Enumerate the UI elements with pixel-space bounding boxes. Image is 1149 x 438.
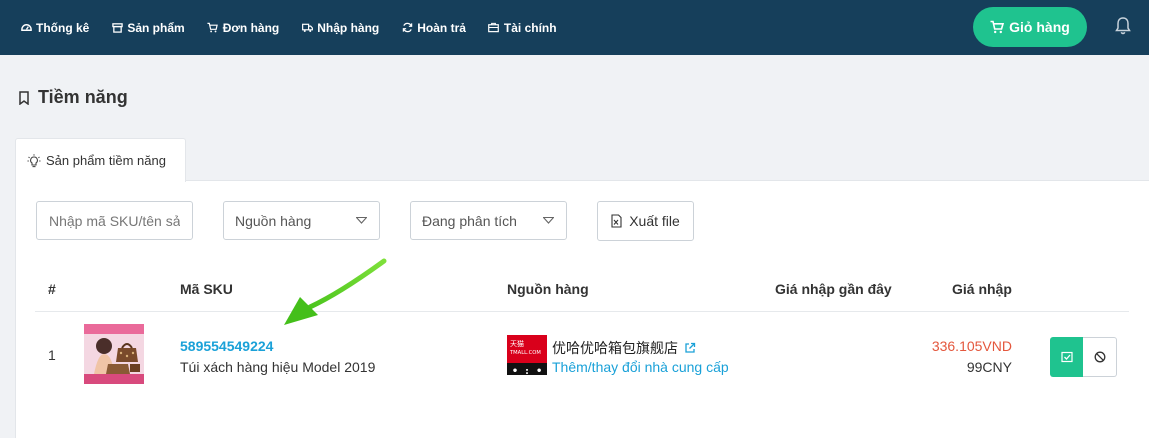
lightbulb-icon bbox=[27, 153, 41, 167]
box-icon bbox=[111, 22, 123, 34]
nav-label: Sản phẩm bbox=[127, 20, 185, 35]
source-select[interactable]: Nguồn hàng bbox=[223, 201, 380, 240]
nav-item-returns[interactable]: Hoàn trả bbox=[401, 21, 466, 35]
approve-button[interactable] bbox=[1050, 337, 1083, 377]
column-header-price: Giá nhập bbox=[952, 281, 1012, 297]
page-title: Tiềm năng bbox=[18, 87, 128, 108]
notification-bell-icon[interactable] bbox=[1114, 16, 1132, 36]
tab-label: Sản phẩm tiềm năng bbox=[46, 153, 166, 168]
bookmark-icon bbox=[19, 90, 29, 105]
status-select[interactable]: Đang phân tích bbox=[410, 201, 567, 240]
product-name: Túi xách hàng hiệu Model 2019 bbox=[180, 359, 376, 375]
page-title-text: Tiềm năng bbox=[38, 87, 128, 107]
cart-button-label: Giỏ hàng bbox=[1009, 19, 1070, 35]
cart-icon bbox=[990, 20, 1005, 34]
check-square-icon bbox=[1060, 351, 1073, 363]
tmall-store-logo: 天猫 TMALL.COM • : • bbox=[507, 335, 547, 375]
nav-label: Thống kê bbox=[36, 20, 90, 35]
column-header-source: Nguồn hàng bbox=[507, 281, 589, 297]
change-supplier-link[interactable]: Thêm/thay đổi nhà cung cấp bbox=[552, 359, 729, 375]
export-file-label: Xuất file bbox=[629, 213, 680, 229]
cart-button[interactable]: Giỏ hàng bbox=[973, 7, 1087, 47]
column-header-index: # bbox=[48, 281, 56, 297]
nav-label: Đơn hàng bbox=[222, 20, 280, 35]
dashboard-icon bbox=[20, 22, 32, 34]
status-select-value: Đang phân tích bbox=[422, 212, 517, 229]
product-thumbnail[interactable] bbox=[84, 324, 144, 384]
chevron-down-icon bbox=[543, 217, 554, 224]
svg-text:• : •: • : • bbox=[512, 366, 542, 375]
sku-link[interactable]: 589554549224 bbox=[180, 338, 273, 354]
nav-item-products[interactable]: Sản phẩm bbox=[111, 20, 185, 35]
nav-label: Tài chính bbox=[503, 20, 557, 35]
tab-potential-products[interactable]: Sản phẩm tiềm năng bbox=[15, 138, 186, 182]
top-navbar: Thống kê Sản phẩm Đơn hàng Nhập hàng Hoà… bbox=[0, 0, 1149, 55]
store-name: 优哈优哈箱包旗舰店 bbox=[552, 338, 696, 358]
truck-icon bbox=[301, 22, 313, 34]
nav-item-orders[interactable]: Đơn hàng bbox=[207, 20, 280, 35]
nav-label: Nhập hàng bbox=[317, 20, 380, 35]
chevron-down-icon bbox=[356, 217, 367, 224]
annotation-arrow bbox=[284, 258, 387, 325]
column-header-recent-price: Giá nhập gần đây bbox=[775, 281, 892, 297]
svg-text:TMALL.COM: TMALL.COM bbox=[509, 350, 541, 356]
column-header-sku: Mã SKU bbox=[180, 281, 233, 297]
export-file-button[interactable]: Xuất file bbox=[597, 201, 694, 241]
nav-item-imports[interactable]: Nhập hàng bbox=[301, 21, 379, 35]
main-nav: Thống kê Sản phẩm Đơn hàng Nhập hàng Hoà… bbox=[0, 0, 579, 55]
nav-label: Hoàn trả bbox=[417, 20, 466, 35]
row-index: 1 bbox=[48, 347, 56, 363]
sku-search-input[interactable] bbox=[36, 201, 193, 240]
excel-file-icon bbox=[611, 214, 622, 228]
refresh-icon bbox=[401, 22, 413, 34]
cart-icon bbox=[207, 22, 219, 34]
reject-button[interactable] bbox=[1083, 337, 1117, 377]
svg-text:天猫: 天猫 bbox=[510, 339, 524, 348]
wallet-icon bbox=[488, 22, 500, 34]
ban-icon bbox=[1094, 351, 1105, 363]
price-vnd: 336.105VND bbox=[931, 338, 1012, 354]
price-cny: 99CNY bbox=[966, 359, 1012, 375]
external-link-icon[interactable] bbox=[684, 342, 696, 354]
nav-item-finance[interactable]: Tài chính bbox=[488, 21, 557, 35]
table-header-divider bbox=[35, 311, 1129, 312]
store-name-text: 优哈优哈箱包旗舰店 bbox=[552, 340, 678, 356]
source-select-value: Nguồn hàng bbox=[235, 212, 312, 229]
nav-item-statistics[interactable]: Thống kê bbox=[20, 21, 89, 35]
